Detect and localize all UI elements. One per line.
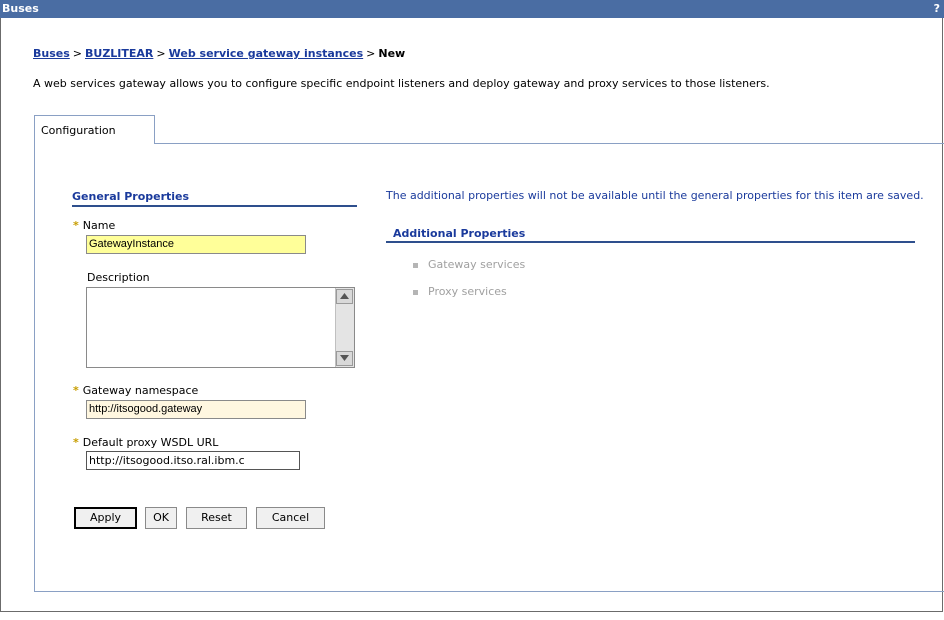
required-marker-icon: *	[73, 219, 79, 232]
reset-button[interactable]: Reset	[186, 507, 247, 529]
description-textarea[interactable]	[86, 287, 355, 368]
required-marker-icon: *	[73, 384, 79, 397]
cancel-button[interactable]: Cancel	[256, 507, 325, 529]
general-properties-heading: General Properties	[72, 190, 190, 203]
general-properties-rule	[72, 205, 357, 207]
description-scrollbar[interactable]	[335, 288, 354, 367]
breadcrumb-current: New	[378, 47, 406, 60]
bullet-icon	[413, 289, 418, 295]
bullet-icon	[413, 262, 418, 268]
breadcrumb-separator: >	[366, 47, 376, 60]
description-label: Description	[87, 271, 150, 284]
namespace-label: * Gateway namespace	[73, 384, 198, 397]
tab-configuration[interactable]: Configuration	[34, 115, 155, 144]
gateway-services-link: Gateway services	[428, 258, 526, 271]
additional-properties-note: The additional properties will not be av…	[386, 189, 924, 202]
name-label-text: Name	[82, 219, 116, 232]
ok-button[interactable]: OK	[145, 507, 177, 529]
proxy-services-link: Proxy services	[428, 285, 507, 298]
wsdl-url-label-text: Default proxy WSDL URL	[82, 436, 219, 449]
name-label: * Name	[73, 219, 115, 232]
breadcrumb-link-gateway-instances[interactable]: Web service gateway instances	[169, 47, 364, 60]
namespace-label-text: Gateway namespace	[82, 384, 199, 397]
required-marker-icon: *	[73, 436, 79, 449]
wsdl-url-label: * Default proxy WSDL URL	[73, 436, 218, 449]
breadcrumb-separator: >	[72, 47, 82, 60]
scroll-up-icon[interactable]	[336, 289, 353, 304]
additional-properties-heading: Additional Properties	[393, 227, 526, 240]
list-item: Gateway services	[413, 258, 525, 271]
additional-properties-rule	[386, 241, 915, 243]
gateway-namespace-input[interactable]: http://itsogood.gateway	[86, 400, 306, 419]
scroll-down-icon[interactable]	[336, 351, 353, 366]
breadcrumb-separator: >	[156, 47, 166, 60]
default-proxy-wsdl-url-input[interactable]: http://itsogood.itso.ral.ibm.c	[86, 451, 300, 470]
name-input[interactable]: GatewayInstance	[86, 235, 306, 254]
breadcrumb-link-buses[interactable]: Buses	[33, 47, 70, 60]
window-title: Buses	[2, 2, 39, 15]
help-icon[interactable]: ?	[934, 0, 940, 18]
apply-button[interactable]: Apply	[74, 507, 137, 529]
breadcrumb-link-bus[interactable]: BUZLITEAR	[85, 47, 153, 60]
page-description: A web services gateway allows you to con…	[33, 77, 770, 90]
breadcrumb: Buses > BUZLITEAR > Web service gateway inst…	[33, 47, 405, 60]
list-item: Proxy services	[413, 285, 507, 298]
title-bar: Buses ?	[0, 0, 944, 18]
